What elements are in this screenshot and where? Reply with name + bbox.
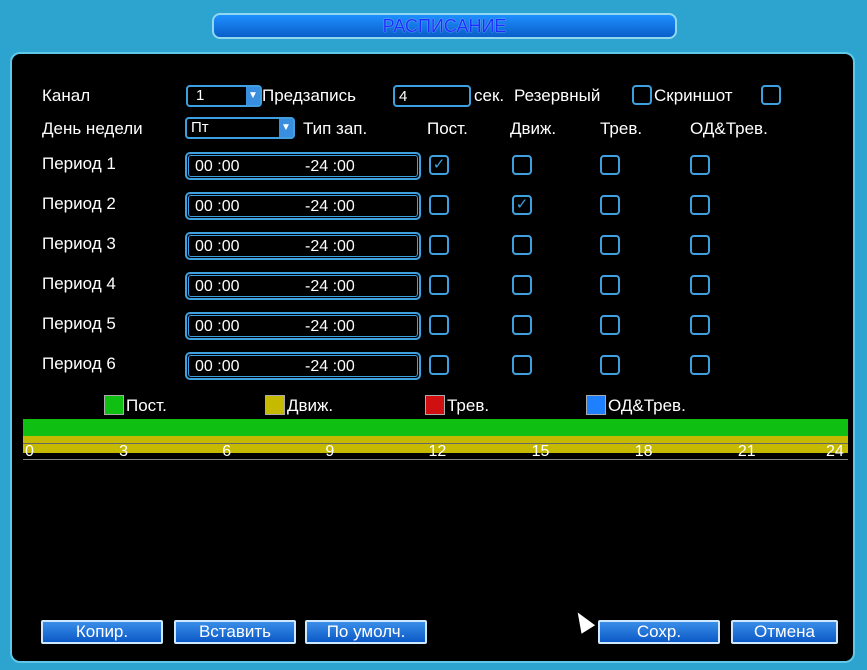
cancel-button[interactable]: Отмена	[731, 620, 838, 644]
period-time-range[interactable]: 00 :00 -24 :00	[185, 152, 421, 180]
end-time[interactable]: -24 :00	[305, 358, 355, 376]
end-time[interactable]: -24 :00	[305, 278, 355, 296]
regular-checkbox[interactable]	[429, 275, 449, 295]
regular-checkbox[interactable]	[429, 355, 449, 375]
snapshot-checkbox[interactable]	[761, 85, 781, 105]
sec-label: сек.	[474, 86, 505, 105]
alarm-checkbox[interactable]	[600, 275, 620, 295]
start-time[interactable]: 00 :00	[195, 358, 239, 376]
alarm-checkbox[interactable]	[600, 155, 620, 175]
prerecord-input[interactable]: 4	[393, 85, 471, 107]
schedule-timeline: 0 3 6 9 12 15 18 21 24	[23, 419, 848, 460]
end-time[interactable]: -24 :00	[305, 198, 355, 216]
paste-button[interactable]: Вставить	[174, 620, 296, 644]
start-time[interactable]: 00 :00	[195, 278, 239, 296]
alarm-checkbox[interactable]	[600, 315, 620, 335]
regular-checkbox[interactable]	[429, 235, 449, 255]
start-time[interactable]: 00 :00	[195, 318, 239, 336]
regular-record-bar	[23, 419, 848, 436]
motion-checkbox[interactable]	[512, 155, 532, 175]
col-regular-header: Пост.	[427, 119, 468, 138]
alarm-checkbox[interactable]	[600, 355, 620, 375]
legend-md-alarm-label: ОД&Трев.	[608, 396, 686, 415]
legend-regular-label: Пост.	[126, 396, 167, 415]
rec-type-label: Тип зап.	[303, 119, 368, 138]
period-time-range[interactable]: 00 :00 -24 :00	[185, 352, 421, 380]
timeline-scale-top	[23, 443, 848, 444]
period-label: Период 5	[42, 314, 116, 333]
col-md-alarm-header: ОД&Трев.	[690, 119, 768, 138]
copy-button[interactable]: Копир.	[41, 620, 163, 644]
chevron-down-icon[interactable]: ▼	[279, 119, 293, 137]
start-time[interactable]: 00 :00	[195, 158, 239, 176]
regular-checkbox[interactable]	[429, 315, 449, 335]
day-label: День недели	[42, 119, 143, 138]
period-label: Период 3	[42, 234, 116, 253]
md-alarm-checkbox[interactable]	[690, 235, 710, 255]
col-motion-header: Движ.	[510, 119, 557, 138]
start-time[interactable]: 00 :00	[195, 198, 239, 216]
end-time[interactable]: -24 :00	[305, 158, 355, 176]
start-time[interactable]: 00 :00	[195, 238, 239, 256]
alarm-checkbox[interactable]	[600, 195, 620, 215]
md-alarm-checkbox[interactable]	[690, 275, 710, 295]
prerecord-label: Предзапись	[262, 86, 356, 105]
motion-checkbox[interactable]	[512, 235, 532, 255]
period-label: Период 2	[42, 194, 116, 213]
chevron-down-icon[interactable]: ▼	[246, 87, 260, 105]
end-time[interactable]: -24 :00	[305, 238, 355, 256]
backup-checkbox[interactable]	[632, 85, 652, 105]
channel-select[interactable]: 1 ▼	[186, 85, 262, 107]
legend-regular-swatch	[104, 395, 124, 415]
save-button[interactable]: Сохр.	[598, 620, 720, 644]
regular-checkbox[interactable]: ✓	[429, 155, 449, 175]
legend-alarm-label: Трев.	[447, 396, 490, 415]
alarm-checkbox[interactable]	[600, 235, 620, 255]
period-time-range[interactable]: 00 :00 -24 :00	[185, 232, 421, 260]
snapshot-label: Скриншот	[654, 86, 733, 105]
period-label: Период 6	[42, 354, 116, 373]
md-alarm-checkbox[interactable]	[690, 155, 710, 175]
motion-checkbox[interactable]: ✓	[512, 195, 532, 215]
md-alarm-checkbox[interactable]	[690, 195, 710, 215]
default-button[interactable]: По умолч.	[305, 620, 427, 644]
motion-checkbox[interactable]	[512, 315, 532, 335]
backup-label: Резервный	[514, 86, 601, 105]
motion-checkbox[interactable]	[512, 275, 532, 295]
legend-md-alarm-swatch	[586, 395, 606, 415]
col-alarm-header: Трев.	[600, 119, 643, 138]
channel-value: 1	[196, 87, 205, 104]
md-alarm-checkbox[interactable]	[690, 315, 710, 335]
period-label: Период 4	[42, 274, 116, 293]
legend-motion-swatch	[265, 395, 285, 415]
motion-checkbox[interactable]	[512, 355, 532, 375]
regular-checkbox[interactable]	[429, 195, 449, 215]
md-alarm-checkbox[interactable]	[690, 355, 710, 375]
channel-label: Канал	[42, 86, 91, 105]
period-label: Период 1	[42, 154, 116, 173]
period-time-range[interactable]: 00 :00 -24 :00	[185, 272, 421, 300]
day-value: Пт	[191, 119, 209, 136]
period-time-range[interactable]: 00 :00 -24 :00	[185, 192, 421, 220]
page-title: РАСПИСАНИЕ	[212, 13, 677, 39]
prerecord-value: 4	[399, 88, 408, 105]
legend-alarm-swatch	[425, 395, 445, 415]
legend-motion-label: Движ.	[287, 396, 334, 415]
end-time[interactable]: -24 :00	[305, 318, 355, 336]
timeline-scale	[23, 459, 848, 460]
period-time-range[interactable]: 00 :00 -24 :00	[185, 312, 421, 340]
day-select[interactable]: Пт ▼	[185, 117, 295, 139]
